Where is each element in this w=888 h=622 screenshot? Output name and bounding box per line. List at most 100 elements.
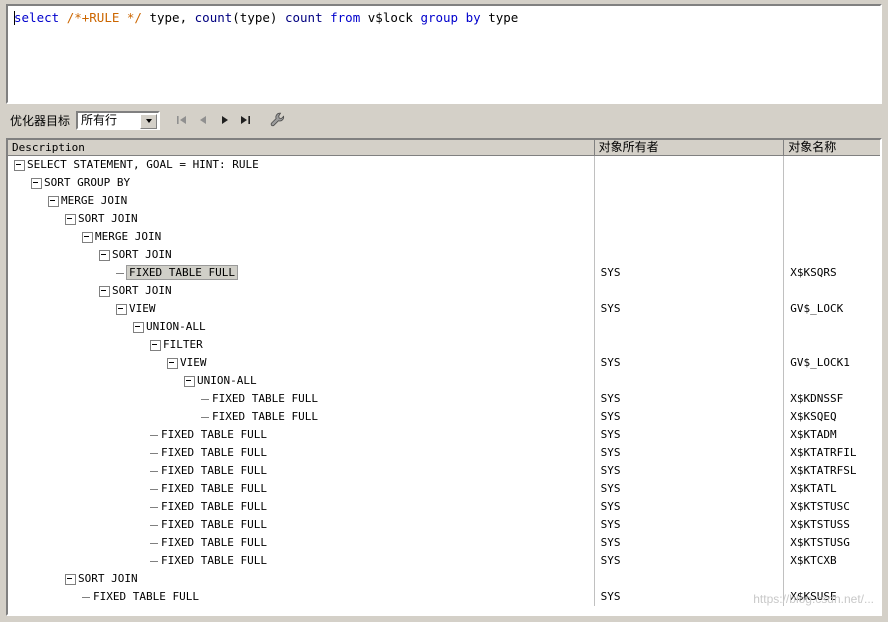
plan-step-label: FIXED TABLE FULL <box>161 500 267 513</box>
chevron-down-icon[interactable] <box>140 113 158 129</box>
optimizer-goal-label: 优化器目标 <box>10 113 71 128</box>
last-record-icon[interactable] <box>239 113 251 127</box>
plan-step-description-cell[interactable]: FIXED TABLE FULL <box>8 426 595 444</box>
object-name-cell: GV$_LOCK <box>790 302 844 315</box>
tree-branch-icon <box>150 539 159 548</box>
plan-step-description-cell[interactable]: MERGE JOIN <box>8 228 595 246</box>
table-row[interactable]: FIXED TABLE FULL SYS X$KSQEQ <box>8 408 880 426</box>
object-owner-cell <box>595 174 785 192</box>
plan-step-description-cell[interactable]: VIEW <box>8 300 595 318</box>
first-record-icon[interactable] <box>176 113 188 127</box>
table-row[interactable]: FILTER <box>8 336 880 354</box>
plan-step-label: SORT JOIN <box>78 212 138 225</box>
plan-step-label: FIXED TABLE FULL <box>161 482 267 495</box>
table-row[interactable]: SORT JOIN <box>8 246 880 264</box>
plan-step-description-cell[interactable]: FIXED TABLE FULL <box>8 462 595 480</box>
sql-text[interactable]: select /*+RULE */ type, count(type) coun… <box>8 6 880 25</box>
plan-step-description-cell[interactable]: FIXED TABLE FULL <box>8 264 595 282</box>
tree-branch-icon <box>150 557 159 566</box>
table-row[interactable]: MERGE JOIN <box>8 228 880 246</box>
sql-editor-pane[interactable]: select /*+RULE */ type, count(type) coun… <box>6 4 882 104</box>
table-row[interactable]: FIXED TABLE FULL SYS X$KTSTUSS <box>8 516 880 534</box>
table-row[interactable]: FIXED TABLE FULL SYS X$KSQRS <box>8 264 880 282</box>
column-header-description[interactable]: Description <box>8 140 595 155</box>
plan-step-label: UNION-ALL <box>197 374 257 387</box>
optimizer-goal-value: 所有行 <box>81 112 118 127</box>
object-name-cell: X$KSQRS <box>790 266 837 279</box>
plan-step-description-cell[interactable]: FIXED TABLE FULL <box>8 498 595 516</box>
object-name-cell: X$KTATL <box>790 482 837 495</box>
plan-step-description-cell[interactable]: SORT JOIN <box>8 210 595 228</box>
expand-collapse-icon[interactable] <box>65 573 76 585</box>
object-name-cell: X$KTCXB <box>790 554 837 567</box>
expand-collapse-icon[interactable] <box>65 213 76 225</box>
column-header-object-name[interactable]: 对象名称 <box>784 140 880 155</box>
expand-collapse-icon[interactable] <box>31 177 42 189</box>
expand-collapse-icon[interactable] <box>82 231 93 243</box>
plan-step-label: FIXED TABLE FULL <box>161 536 267 549</box>
previous-record-icon[interactable] <box>197 113 209 127</box>
object-name-cell: X$KDNSSF <box>790 392 844 405</box>
table-row[interactable]: FIXED TABLE FULL SYS X$KTATL <box>8 480 880 498</box>
tree-branch-icon <box>116 269 125 278</box>
expand-collapse-icon[interactable] <box>150 339 161 351</box>
plan-step-description-cell[interactable]: FIXED TABLE FULL <box>8 408 595 426</box>
object-name-cell: X$KTSTUSS <box>790 518 850 531</box>
column-header-object-owner[interactable]: 对象所有者 <box>594 140 785 155</box>
object-owner-cell: SYS <box>595 534 785 552</box>
expand-collapse-icon[interactable] <box>167 357 178 369</box>
plan-step-description-cell[interactable]: UNION-ALL <box>8 318 595 336</box>
table-row[interactable]: FIXED TABLE FULL SYS X$KDNSSF <box>8 390 880 408</box>
expand-collapse-icon[interactable] <box>133 321 144 333</box>
table-row[interactable]: UNION-ALL <box>8 372 880 390</box>
expand-collapse-icon[interactable] <box>116 303 127 315</box>
plan-step-description-cell[interactable]: SORT GROUP BY <box>8 174 595 192</box>
plan-step-description-cell[interactable]: FIXED TABLE FULL <box>8 534 595 552</box>
tools-wrench-icon[interactable] <box>269 111 287 129</box>
plan-step-description-cell[interactable]: FIXED TABLE FULL <box>8 552 595 570</box>
plan-step-description-cell[interactable]: MERGE JOIN <box>8 192 595 210</box>
plan-step-description-cell[interactable]: FIXED TABLE FULL <box>8 390 595 408</box>
table-row[interactable]: FIXED TABLE FULL SYS X$KTADM <box>8 426 880 444</box>
table-row[interactable]: SORT GROUP BY <box>8 174 880 192</box>
table-row[interactable]: SORT JOIN <box>8 570 880 588</box>
tree-branch-icon <box>150 503 159 512</box>
table-row[interactable]: VIEW SYS GV$_LOCK1 <box>8 354 880 372</box>
table-row[interactable]: FIXED TABLE FULL SYS X$KTSTUSC <box>8 498 880 516</box>
plan-step-description-cell[interactable]: FIXED TABLE FULL <box>8 588 595 606</box>
table-row[interactable]: FIXED TABLE FULL SYS X$KTCXB <box>8 552 880 570</box>
table-row[interactable]: UNION-ALL <box>8 318 880 336</box>
plan-step-description-cell[interactable]: SORT JOIN <box>8 570 595 588</box>
object-owner-cell: SYS <box>595 516 785 534</box>
plan-step-description-cell[interactable]: VIEW <box>8 354 595 372</box>
table-row[interactable]: MERGE JOIN <box>8 192 880 210</box>
expand-collapse-icon[interactable] <box>99 249 110 261</box>
optimizer-goal-select[interactable]: 所有行 <box>76 110 161 130</box>
object-owner-cell <box>595 570 785 588</box>
expand-collapse-icon[interactable] <box>14 159 25 171</box>
table-row[interactable]: FIXED TABLE FULL SYS X$KTATRFSL <box>8 462 880 480</box>
plan-step-description-cell[interactable]: FIXED TABLE FULL <box>8 480 595 498</box>
object-owner-cell <box>595 192 785 210</box>
table-row[interactable]: SELECT STATEMENT, GOAL = HINT: RULE <box>8 156 880 174</box>
table-row[interactable]: FIXED TABLE FULL SYS X$KTATRFIL <box>8 444 880 462</box>
plan-step-description-cell[interactable]: SORT JOIN <box>8 282 595 300</box>
plan-step-description-cell[interactable]: FIXED TABLE FULL <box>8 516 595 534</box>
expand-collapse-icon[interactable] <box>184 375 195 387</box>
plan-step-description-cell[interactable]: SELECT STATEMENT, GOAL = HINT: RULE <box>8 156 595 174</box>
table-row[interactable]: FIXED TABLE FULL SYS X$KSUSE <box>8 588 880 606</box>
table-row[interactable]: SORT JOIN <box>8 210 880 228</box>
table-row[interactable]: FIXED TABLE FULL SYS X$KTSTUSG <box>8 534 880 552</box>
plan-step-description-cell[interactable]: UNION-ALL <box>8 372 595 390</box>
execution-plan-grid[interactable]: Description 对象所有者 对象名称 SELECT STATEMENT,… <box>6 138 882 616</box>
table-row[interactable]: VIEW SYS GV$_LOCK <box>8 300 880 318</box>
plan-step-description-cell[interactable]: SORT JOIN <box>8 246 595 264</box>
expand-collapse-icon[interactable] <box>99 285 110 297</box>
object-name-cell: X$KTSTUSG <box>790 536 850 549</box>
plan-step-description-cell[interactable]: FILTER <box>8 336 595 354</box>
table-row[interactable]: SORT JOIN <box>8 282 880 300</box>
explain-plan-window: select /*+RULE */ type, count(type) coun… <box>0 0 888 622</box>
plan-step-description-cell[interactable]: FIXED TABLE FULL <box>8 444 595 462</box>
expand-collapse-icon[interactable] <box>48 195 59 207</box>
next-record-icon[interactable] <box>218 113 230 127</box>
